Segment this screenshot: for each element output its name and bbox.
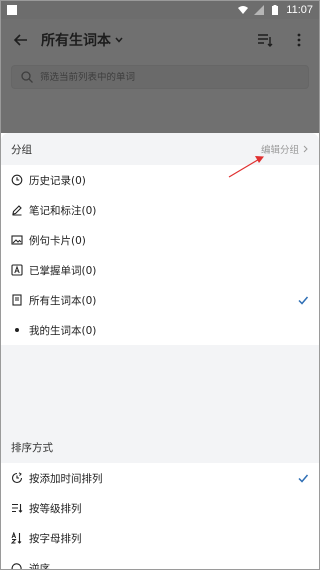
group-item-label: 所有生词本(0) bbox=[29, 294, 97, 307]
group-section-header: 分组 编辑分组 bbox=[1, 133, 319, 165]
group-item-all-wordbooks[interactable]: 所有生词本(0) bbox=[1, 285, 319, 315]
sort-item-label: 按字母排列 bbox=[29, 532, 82, 545]
annotation-arrow-icon bbox=[228, 156, 264, 178]
alpha-sort-icon bbox=[11, 532, 22, 544]
group-item-label: 我的生词本(0) bbox=[29, 324, 97, 337]
sort-item-label: 按等级排列 bbox=[29, 502, 82, 515]
search-box[interactable] bbox=[11, 65, 309, 89]
sort-section-title: 排序方式 bbox=[11, 441, 53, 454]
signal-icon bbox=[254, 5, 265, 15]
reverse-icon bbox=[11, 563, 22, 569]
dot-icon bbox=[15, 328, 19, 332]
a-box-icon bbox=[11, 264, 23, 276]
level-sort-icon bbox=[12, 503, 23, 513]
group-item-label: 例句卡片(0) bbox=[29, 234, 86, 247]
battery-icon bbox=[272, 5, 279, 15]
group-item-my-wordbook[interactable]: 我的生词本(0) bbox=[1, 315, 319, 345]
app-bar: 所有生词本 bbox=[1, 19, 319, 61]
clock-icon bbox=[11, 174, 23, 186]
book-icon bbox=[12, 294, 22, 306]
checkmark-icon bbox=[298, 296, 309, 305]
screen: 11:07 所有生词本 分组 编辑分组 历史记录(0) bbox=[0, 0, 320, 570]
pencil-icon bbox=[12, 205, 22, 216]
back-button[interactable] bbox=[11, 30, 31, 50]
image-card-icon bbox=[11, 235, 23, 245]
clock-time: 11:07 bbox=[286, 4, 313, 16]
bottom-sheet: 分组 编辑分组 历史记录(0) 笔记和标注(0) 例句卡片(0) 已掌握单词(0… bbox=[1, 133, 319, 569]
group-section-title: 分组 bbox=[11, 143, 32, 156]
sort-item-label: 按添加时间排列 bbox=[29, 472, 103, 485]
sort-item-by-level[interactable]: 按等级排列 bbox=[1, 493, 319, 523]
group-item-history[interactable]: 历史记录(0) bbox=[1, 165, 319, 195]
sort-list-icon[interactable] bbox=[257, 32, 273, 48]
sort-item-reverse[interactable]: 逆序 bbox=[1, 553, 319, 569]
group-item-label: 笔记和标注(0) bbox=[29, 204, 97, 217]
group-item-mastered[interactable]: 已掌握单词(0) bbox=[1, 255, 319, 285]
time-sort-icon bbox=[11, 472, 23, 484]
search-icon bbox=[21, 71, 33, 83]
arrow-left-icon bbox=[13, 34, 27, 46]
group-item-example-cards[interactable]: 例句卡片(0) bbox=[1, 225, 319, 255]
status-bar: 11:07 bbox=[1, 1, 319, 19]
chevron-right-icon bbox=[303, 145, 308, 153]
edit-groups-button[interactable]: 编辑分组 bbox=[261, 142, 309, 156]
section-divider bbox=[1, 345, 319, 431]
page-title[interactable]: 所有生词本 bbox=[41, 30, 111, 50]
checkmark-icon bbox=[298, 474, 309, 483]
sort-section-header: 排序方式 bbox=[1, 431, 319, 463]
wifi-icon bbox=[238, 6, 249, 14]
chevron-down-icon[interactable] bbox=[114, 35, 124, 45]
more-vert-icon[interactable] bbox=[291, 32, 307, 48]
group-item-notes[interactable]: 笔记和标注(0) bbox=[1, 195, 319, 225]
group-item-label: 历史记录(0) bbox=[29, 174, 86, 187]
search-input[interactable] bbox=[40, 71, 290, 83]
search-area bbox=[1, 61, 319, 133]
notification-icon bbox=[7, 5, 17, 15]
sort-item-by-time[interactable]: 按添加时间排列 bbox=[1, 463, 319, 493]
sort-item-label: 逆序 bbox=[29, 562, 50, 570]
sort-item-alphabetical[interactable]: 按字母排列 bbox=[1, 523, 319, 553]
group-item-label: 已掌握单词(0) bbox=[29, 264, 97, 277]
